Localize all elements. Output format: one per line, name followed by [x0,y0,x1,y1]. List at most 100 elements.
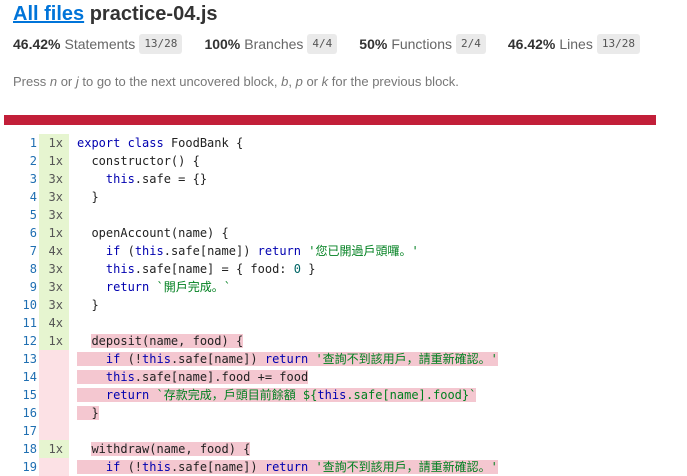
line-hit-count: 4x [39,314,69,332]
help-text-part: Press [13,74,50,89]
line-number-link[interactable]: 3 [19,170,39,188]
code-line-content: constructor() { [77,154,200,168]
lines-percent: 46.42% [507,36,556,52]
line-number-link[interactable]: 1 [19,134,39,152]
summary-statements: 46.42% Statements 13/28 [13,34,183,54]
code-line: 10 3x } [19,296,498,314]
code-token: this [77,262,135,276]
code-token: '查詢不到該用戶，請重新確認。' [315,352,498,366]
code-line: 7 4x if (this.safe[name]) return '您已開過戶頭囉… [19,242,498,260]
line-number-link[interactable]: 9 [19,278,39,296]
code-line-content: if (!this.safe[name]) return '查詢不到該用戶，請重… [77,352,498,366]
help-key-p: p [295,74,303,89]
code-token: .safe = {} [134,172,208,186]
code-token: } [77,190,99,204]
line-source-code: return `存款完成，戶頭目前餘額 ${this.safe[name].fo… [69,386,498,404]
code-token: `存款完成，戶頭目前餘額 ${ [156,388,318,402]
all-files-link[interactable]: All files [13,3,84,25]
help-text-part: or [57,74,76,89]
line-hit-count: 3x [39,188,69,206]
code-token: (! [127,460,143,474]
line-number-link[interactable]: 2 [19,152,39,170]
code-line-content: return `存款完成，戶頭目前餘額 ${this.safe[name].fo… [77,388,477,402]
line-number-link[interactable]: 12 [19,332,39,350]
code-token: if [77,460,128,474]
code-token: deposit(name, food) { [91,334,244,348]
line-number-link[interactable]: 6 [19,224,39,242]
code-token: constructor() { [77,154,200,168]
code-line: 2 1x constructor() { [19,152,498,170]
line-hit-count [39,350,69,368]
line-number-link[interactable]: 17 [19,422,39,440]
branches-fraction: 4/4 [307,34,338,54]
line-number-link[interactable]: 13 [19,350,39,368]
help-text-part: to go to the next uncovered block, [78,74,282,89]
code-line-content: export class FoodBank { [77,136,243,150]
help-text-part: or [302,74,322,89]
code-token: return [77,280,157,294]
code-line: 19 if (!this.safe[name]) return '查詢不到該用戶… [19,458,498,476]
line-source-code: this.safe = {} [69,170,498,188]
code-line-content: openAccount(name) { [77,226,228,240]
line-hit-count: 3x [39,206,69,224]
line-number-link[interactable]: 16 [19,404,39,422]
line-hit-count [39,458,69,476]
code-line: 1 1x export class FoodBank { [19,134,498,152]
code-token: .safe[name].food}` [346,388,477,402]
code-token: export [77,136,128,150]
summary-lines: 46.42% Lines 13/28 [508,34,640,54]
code-token: } [77,406,99,420]
code-token: .safe[name]) [163,244,258,258]
code-line-content: } [77,190,99,204]
line-number-link[interactable]: 4 [19,188,39,206]
line-number-link[interactable]: 19 [19,458,39,476]
code-token: this [142,460,171,474]
code-token: } [300,262,316,276]
code-line-content: this.safe[name].food += food [77,370,309,384]
branches-label: Branches [244,36,304,52]
line-source-code: } [69,296,498,314]
line-source-code: if (!this.safe[name]) return '查詢不到該用戶，請重… [69,350,498,368]
code-token: .safe[name].food += food [134,370,309,384]
line-source-code: if (this.safe[name]) return '您已開過戶頭囉。' [69,242,498,260]
code-line-content: if (this.safe[name]) return '您已開過戶頭囉。' [77,244,419,258]
code-line: 11 4x [19,314,498,332]
code-token: this [77,370,135,384]
code-line: 15 return `存款完成，戶頭目前餘額 ${this.safe[name]… [19,386,498,404]
code-token: .safe[name]) [170,352,265,366]
statements-label: Statements [64,36,136,52]
functions-label: Functions [391,36,453,52]
code-token: '您已開過戶頭囉。' [308,244,419,258]
code-line-content: withdraw(name, food) { [77,442,251,456]
line-number-link[interactable]: 10 [19,296,39,314]
line-number-link[interactable]: 15 [19,386,39,404]
line-number-link[interactable]: 18 [19,440,39,458]
line-number-link[interactable]: 11 [19,314,39,332]
line-number-link[interactable]: 5 [19,206,39,224]
code-line: 9 3x return `開戶完成。` [19,278,498,296]
functions-fraction: 2/4 [456,34,486,54]
code-token: this [77,172,135,186]
help-text-part: for the previous block. [328,74,459,89]
code-line-content: this.safe = {} [77,172,207,186]
line-source-code: deposit(name, food) { [69,332,498,350]
statements-percent: 46.42% [13,36,61,52]
code-token: withdraw(name, food) { [91,442,251,456]
code-line: 3 3x this.safe = {} [19,170,498,188]
line-number-link[interactable]: 8 [19,260,39,278]
line-number-link[interactable]: 7 [19,242,39,260]
lines-label: Lines [559,36,593,52]
file-name: practice-04.js [89,3,218,25]
line-hit-count: 1x [39,152,69,170]
line-number-link[interactable]: 14 [19,368,39,386]
code-token: this [142,352,171,366]
line-source-code: export class FoodBank { [69,134,498,152]
code-token: `開戶完成。` [156,280,231,294]
line-hit-count: 1x [39,224,69,242]
code-token: return [257,244,309,258]
line-hit-count: 4x [39,242,69,260]
line-source-code [69,206,498,224]
lines-fraction: 13/28 [596,34,640,54]
code-token: .safe[name] = { food: [134,262,294,276]
